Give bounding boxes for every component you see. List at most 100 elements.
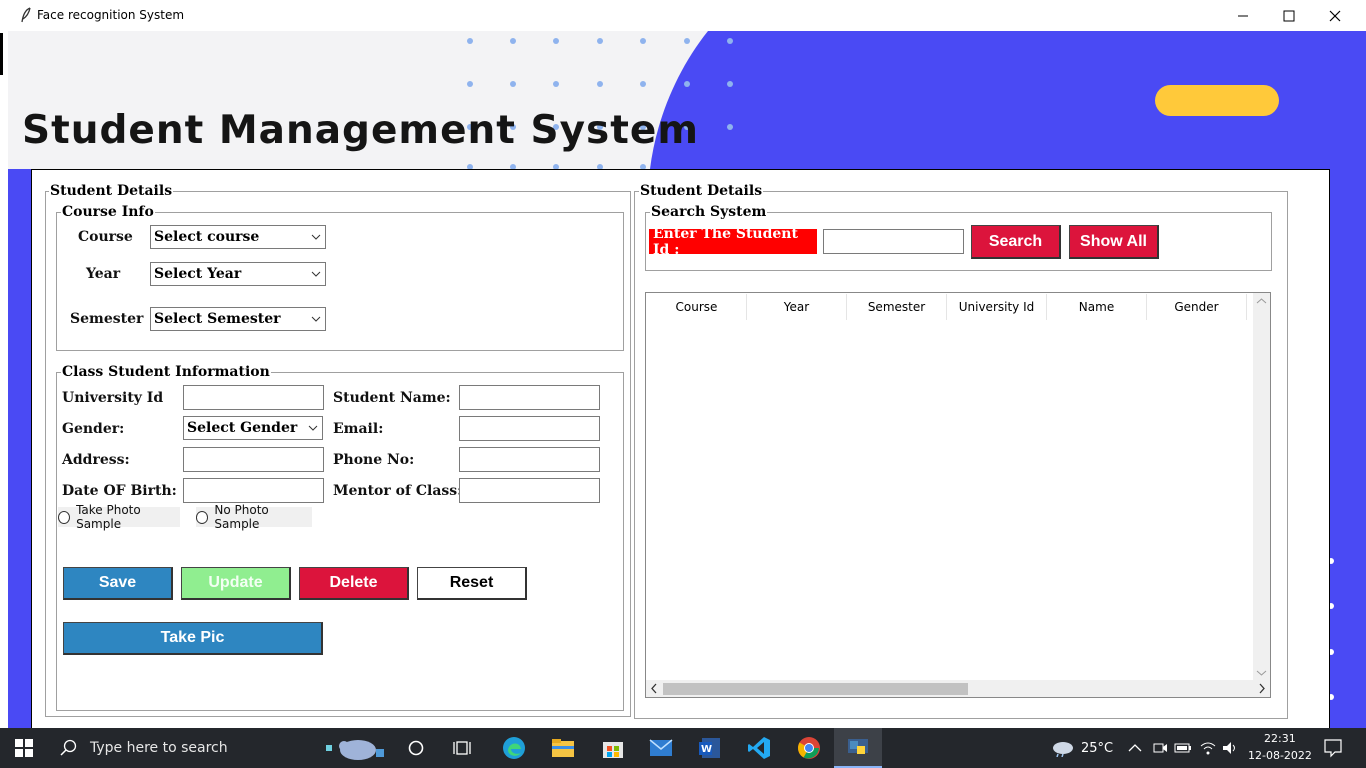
chevron-down-icon[interactable] — [1253, 664, 1270, 681]
email-label: Email: — [333, 421, 384, 437]
page-title: Student Management System — [22, 108, 699, 153]
python-app-active[interactable] — [834, 728, 882, 768]
vscode-app[interactable] — [746, 735, 772, 761]
year-combobox[interactable]: Select Year — [150, 262, 326, 286]
close-button[interactable] — [1312, 0, 1358, 31]
edge-icon — [503, 737, 525, 759]
course-combobox[interactable]: Select course — [150, 225, 326, 249]
save-button[interactable]: Save — [63, 567, 173, 600]
windows-logo-icon — [15, 739, 33, 757]
edge-marker — [0, 33, 3, 75]
class-student-info-legend: Class Student Information — [61, 364, 271, 380]
wifi-icon[interactable] — [1199, 740, 1217, 756]
chevron-down-icon — [311, 271, 321, 277]
update-button[interactable]: Update — [181, 567, 291, 600]
cortana-icon — [408, 740, 424, 756]
column-header-name[interactable]: Name — [1047, 294, 1147, 320]
file-explorer-app[interactable] — [550, 735, 576, 761]
search-button[interactable]: Search — [971, 225, 1061, 259]
cortana-button[interactable] — [403, 735, 429, 761]
chrome-app[interactable] — [796, 735, 822, 761]
decorative-pill — [1155, 85, 1279, 116]
word-app[interactable]: W — [697, 735, 723, 761]
reset-button[interactable]: Reset — [417, 567, 527, 600]
horizontal-scroll-thumb[interactable] — [663, 683, 968, 695]
cloud-rain-icon — [1053, 742, 1073, 757]
take-photo-radio-label: Take Photo Sample — [76, 503, 141, 531]
mail-app[interactable] — [648, 735, 674, 761]
clock-time[interactable]: 22:31 — [1264, 732, 1296, 745]
semester-combobox-value: Select Semester — [154, 311, 281, 327]
course-combobox-value: Select course — [154, 229, 260, 245]
student-name-input[interactable] — [459, 385, 600, 410]
no-photo-radio[interactable]: No Photo Sample — [196, 503, 312, 531]
address-input[interactable] — [183, 447, 324, 472]
store-app[interactable] — [600, 735, 626, 761]
weather-widget[interactable] — [1050, 735, 1076, 761]
delete-button[interactable]: Delete — [299, 567, 409, 600]
address-label: Address: — [62, 452, 130, 468]
student-table[interactable]: Course Year Semester University Id Name … — [645, 292, 1271, 698]
notification-icon[interactable] — [1323, 738, 1343, 758]
student-name-label: Student Name: — [333, 390, 451, 406]
meet-now-icon[interactable] — [1152, 740, 1168, 756]
title-bar: Face recognition System — [8, 0, 1366, 31]
word-icon: W — [699, 738, 720, 758]
vscode-icon — [748, 737, 770, 759]
gender-combobox-value: Select Gender — [187, 420, 298, 436]
university-id-input[interactable] — [183, 385, 324, 410]
folder-icon — [552, 739, 574, 757]
clock-date[interactable]: 12-08-2022 — [1248, 749, 1312, 762]
close-icon — [1329, 10, 1341, 21]
radio-circle — [58, 510, 71, 524]
gender-label: Gender: — [62, 421, 125, 437]
taskbar-search-placeholder: Type here to search — [90, 740, 228, 756]
chevron-down-icon — [308, 425, 318, 431]
task-view-icon — [453, 741, 471, 755]
email-input[interactable] — [459, 416, 600, 441]
start-button[interactable] — [11, 735, 37, 761]
take-pic-button[interactable]: Take Pic — [63, 622, 323, 655]
window-title: Face recognition System — [37, 8, 185, 22]
semester-combobox[interactable]: Select Semester — [150, 307, 326, 331]
horizontal-scrollbar[interactable] — [646, 680, 1270, 697]
taskbar-search[interactable]: Type here to search — [48, 728, 310, 768]
phone-input[interactable] — [459, 447, 600, 472]
vertical-scrollbar[interactable] — [1253, 293, 1270, 681]
svg-text:W: W — [701, 744, 712, 755]
chevron-right-icon[interactable] — [1253, 680, 1270, 697]
battery-icon[interactable] — [1174, 740, 1192, 756]
column-header-course[interactable]: Course — [647, 294, 747, 320]
volume-icon[interactable] — [1221, 740, 1239, 756]
gender-combobox[interactable]: Select Gender — [183, 416, 323, 440]
column-header-gender[interactable]: Gender — [1147, 294, 1247, 320]
search-highlight-illustration — [318, 735, 390, 761]
mentor-input[interactable] — [459, 478, 600, 503]
student-details-legend: Student Details — [49, 183, 174, 199]
take-photo-radio[interactable]: Take Photo Sample — [58, 503, 180, 531]
maximize-button[interactable] — [1266, 0, 1312, 31]
column-header-semester[interactable]: Semester — [847, 294, 947, 320]
year-label: Year — [86, 266, 121, 282]
dob-input[interactable] — [183, 478, 324, 503]
no-photo-radio-label: No Photo Sample — [214, 503, 269, 531]
chevron-left-icon[interactable] — [646, 680, 663, 697]
student-id-search-input[interactable] — [823, 229, 964, 254]
weather-temperature: 25°C — [1081, 741, 1114, 756]
chevron-down-icon — [311, 234, 321, 240]
year-combobox-value: Select Year — [154, 266, 242, 282]
chevron-down-icon — [311, 316, 321, 322]
maximize-icon — [1283, 10, 1295, 21]
column-header-year[interactable]: Year — [747, 294, 847, 320]
edge-app[interactable] — [501, 735, 527, 761]
radio-circle — [196, 510, 209, 524]
minimize-button[interactable] — [1220, 0, 1266, 31]
table-header: Course Year Semester University Id Name … — [647, 294, 1251, 320]
phone-label: Phone No: — [333, 452, 415, 468]
chevron-up-icon[interactable] — [1128, 743, 1142, 753]
column-header-university-id[interactable]: University Id — [947, 294, 1047, 320]
show-all-button[interactable]: Show All — [1069, 225, 1159, 259]
task-view-button[interactable] — [450, 735, 476, 761]
chevron-up-icon[interactable] — [1253, 293, 1270, 310]
student-list-legend: Student Details — [639, 183, 764, 199]
